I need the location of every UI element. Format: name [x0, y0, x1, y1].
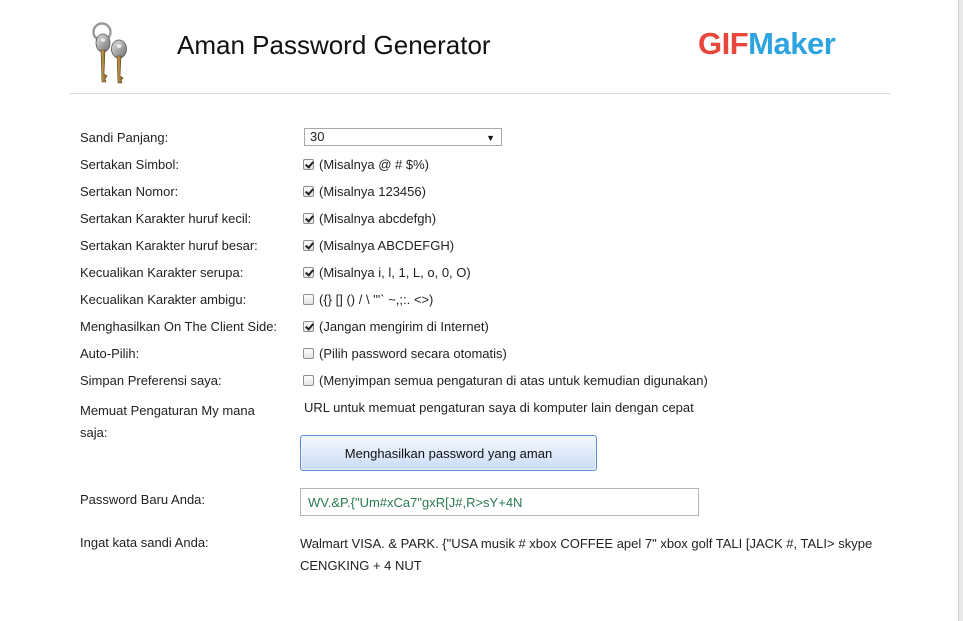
brand-logo[interactable]: GIFMaker	[698, 26, 836, 62]
mnemonic-text: Walmart VISA. & PARK. {"USA musik # xbox…	[300, 536, 873, 573]
chevron-down-icon: ▼	[486, 133, 495, 143]
load-settings-label-line1: Memuat Pengaturan My mana	[80, 403, 255, 418]
similar-label: Kecualikan Karakter serupa:	[80, 265, 244, 280]
lowercase-hint: (Misalnya abcdefgh)	[319, 211, 437, 226]
auto-select-label: Auto-Pilih:	[80, 346, 140, 361]
load-settings-label: Memuat Pengaturan My mana saja:	[80, 400, 255, 444]
numbers-checkbox[interactable]	[303, 186, 314, 197]
brand-logo-part1: GIF	[698, 26, 749, 61]
page-title: Aman Password Generator	[177, 30, 491, 60]
ambiguous-label: Kecualikan Karakter ambigu:	[80, 292, 247, 307]
load-settings-label-line2: saja:	[80, 425, 108, 440]
uppercase-option: (Misalnya ABCDEFGH)	[303, 238, 454, 253]
length-select-value: 30	[310, 129, 325, 144]
ambiguous-option: ({} [] () / \ '"` ~,;:. <>)	[303, 292, 433, 307]
ambiguous-hint: ({} [] () / \ '"` ~,;:. <>)	[319, 292, 434, 307]
numbers-option: (Misalnya 123456)	[303, 184, 426, 199]
password-output-field[interactable]: WV.&P.{"Um#xCa7"gxR[J#,R>sY+4N	[300, 488, 699, 516]
generate-password-button[interactable]: Menghasilkan password yang aman	[300, 435, 597, 471]
window-edge	[959, 0, 963, 621]
lowercase-label: Sertakan Karakter huruf kecil:	[80, 211, 252, 226]
uppercase-checkbox[interactable]	[303, 240, 314, 251]
symbols-option: (Misalnya @ # $%)	[303, 157, 429, 172]
similar-option: (Misalnya i, l, 1, L, o, 0, O)	[303, 265, 471, 280]
uppercase-hint: (Misalnya ABCDEFGH)	[319, 238, 455, 253]
symbols-label: Sertakan Simbol:	[80, 157, 179, 172]
auto-select-option: (Pilih password secara otomatis)	[303, 346, 507, 361]
client-side-option: (Jangan mengirim di Internet)	[303, 319, 489, 334]
numbers-label: Sertakan Nomor:	[80, 184, 179, 199]
keys-icon	[92, 22, 127, 84]
client-side-label: Menghasilkan On The Client Side:	[80, 319, 278, 334]
uppercase-label: Sertakan Karakter huruf besar:	[80, 238, 258, 253]
save-prefs-hint: (Menyimpan semua pengaturan di atas untu…	[319, 373, 708, 388]
lowercase-checkbox[interactable]	[303, 213, 314, 224]
length-label: Sandi Panjang:	[80, 130, 169, 145]
lowercase-option: (Misalnya abcdefgh)	[303, 211, 436, 226]
symbols-checkbox[interactable]	[303, 159, 314, 170]
mnemonic-label: Ingat kata sandi Anda:	[80, 535, 209, 550]
save-prefs-checkbox[interactable]	[303, 375, 314, 386]
auto-select-hint: (Pilih password secara otomatis)	[319, 346, 507, 361]
length-select[interactable]: 30 ▼	[304, 128, 502, 146]
password-label: Password Baru Anda:	[80, 492, 206, 507]
ambiguous-checkbox[interactable]	[303, 294, 314, 305]
similar-checkbox[interactable]	[303, 267, 314, 278]
client-side-hint: (Jangan mengirim di Internet)	[319, 319, 489, 334]
similar-hint: (Misalnya i, l, 1, L, o, 0, O)	[319, 265, 471, 280]
save-prefs-option: (Menyimpan semua pengaturan di atas untu…	[303, 373, 708, 388]
client-side-checkbox[interactable]	[303, 321, 314, 332]
header-divider	[70, 93, 890, 94]
symbols-hint: (Misalnya @ # $%)	[319, 157, 430, 172]
numbers-hint: (Misalnya 123456)	[319, 184, 426, 199]
load-settings-link[interactable]: URL untuk memuat pengaturan saya di komp…	[304, 400, 694, 415]
auto-select-checkbox[interactable]	[303, 348, 314, 359]
brand-logo-part2: Maker	[748, 26, 836, 61]
save-prefs-label: Simpan Preferensi saya:	[80, 373, 222, 388]
